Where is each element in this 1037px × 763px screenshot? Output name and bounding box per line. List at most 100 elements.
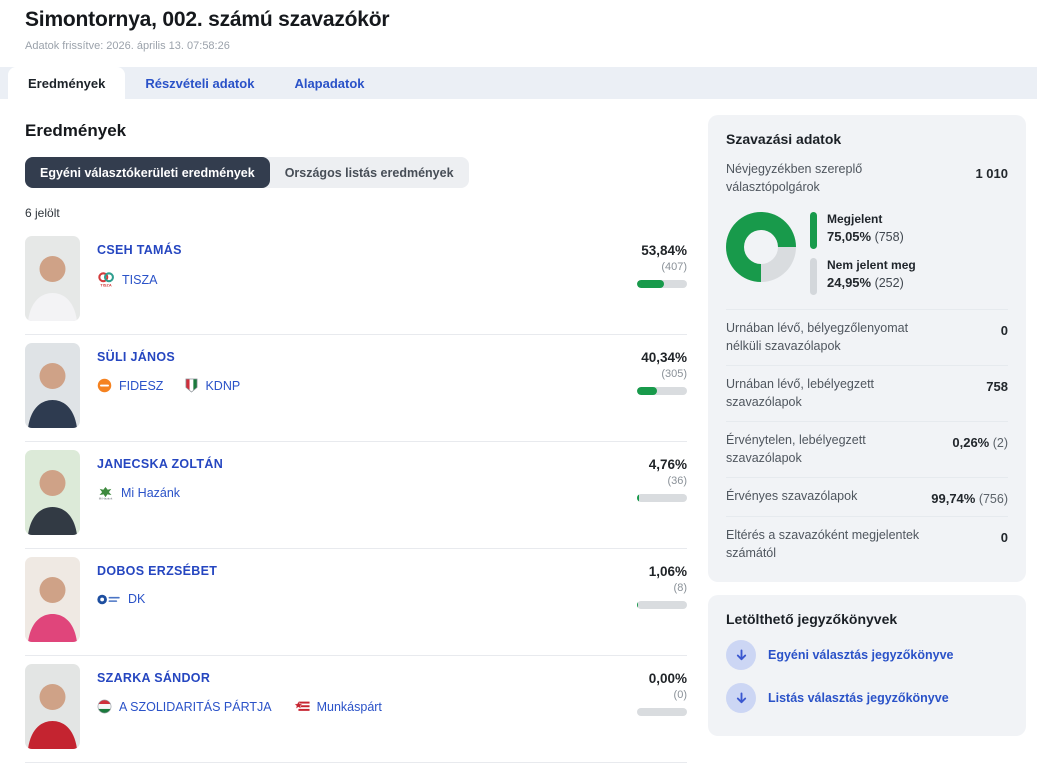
candidate-row: CSEH TAMÁS TISZA TISZA 53,84% (407)	[25, 228, 687, 335]
vote-count: (36)	[595, 475, 687, 487]
legend-item-absent: Nem jelent meg 24,95% (252)	[810, 258, 916, 295]
voting-data-card: Szavazási adatok Névjegyzékben szereplő …	[708, 115, 1026, 582]
person-silhouette-icon	[25, 465, 80, 535]
legend-absent-pct: 24,95%	[827, 275, 871, 290]
candidate-row: SZARKA SÁNDOR A SZOLIDARITÁS PÁ	[25, 656, 687, 763]
svg-text:TISZA: TISZA	[100, 283, 112, 288]
party-label: A SZOLIDARITÁS PÁRTJA	[119, 700, 272, 714]
download-link-egyeni[interactable]: Egyéni választás jegyzőkönyve	[726, 640, 1008, 670]
party-label: Mi Hazánk	[121, 486, 180, 500]
party-link-munkaspart[interactable]: Munkáspárt	[294, 700, 382, 714]
downloads-card: Letölthető jegyzőkönyvek Egyéni választá…	[708, 595, 1026, 736]
svg-text:Mi Hazánk: Mi Hazánk	[99, 496, 113, 500]
candidate-info: DOBOS ERZSÉBET DK	[97, 557, 217, 655]
tab-eredmenyek[interactable]: Eredmények	[8, 67, 125, 99]
stat-row: Érvényes szavazólapok 99,74% (756)	[726, 477, 1008, 516]
person-silhouette-icon	[25, 679, 80, 749]
download-link-listas[interactable]: Listás választás jegyzőkönyve	[726, 683, 1008, 713]
legend-marker-absent	[810, 258, 817, 295]
candidate-name-link[interactable]: JANECSKA ZOLTÁN	[97, 457, 223, 471]
candidate-name-link[interactable]: CSEH TAMÁS	[97, 243, 182, 257]
page-header: Simontornya, 002. számú szavazókör Adato…	[0, 0, 1037, 52]
vote-bar-fill	[637, 387, 657, 395]
turnout-legend: Megjelent 75,05% (758) Nem jelent meg 24…	[810, 212, 916, 295]
vote-bar-fill	[637, 601, 638, 609]
legend-present-count: (758)	[871, 230, 904, 244]
party-link-dk[interactable]: DK	[97, 592, 145, 606]
candidate-metrics: 40,34% (305)	[595, 343, 687, 441]
party-label: FIDESZ	[119, 379, 163, 393]
sidebar: Szavazási adatok Névjegyzékben szereplő …	[708, 115, 1026, 763]
tab-alapadatok[interactable]: Alapadatok	[274, 67, 384, 99]
roll-row: Névjegyzékben szereplő választópolgárok …	[726, 159, 1008, 204]
download-icon	[726, 683, 756, 713]
stat-row: Urnában lévő, lebélyegzett szavazólapok …	[726, 365, 1008, 421]
page-title: Simontornya, 002. számú szavazókör	[25, 8, 1012, 32]
party-list: A SZOLIDARITÁS PÁRTJA Munkáspárt	[97, 699, 382, 714]
candidate-photo	[25, 236, 80, 321]
party-label: Munkáspárt	[317, 700, 382, 714]
toggle-orszagos-listas[interactable]: Országos listás eredmények	[270, 157, 469, 188]
tab-bar: Eredmények Részvételi adatok Alapadatok	[0, 67, 1037, 99]
legend-item-present: Megjelent 75,05% (758)	[810, 212, 916, 249]
party-link-fidesz[interactable]: FIDESZ	[97, 378, 163, 393]
party-label: KDNP	[205, 379, 240, 393]
legend-present-pct: 75,05%	[827, 229, 871, 244]
stat-row: Eltérés a szavazóként megjelentek számát…	[726, 516, 1008, 572]
stat-row: Érvénytelen, lebélyegzett szavazólapok 0…	[726, 421, 1008, 477]
roll-value: 1 010	[975, 166, 1008, 196]
vote-percent: 4,76%	[595, 457, 687, 472]
down-arrow-icon	[735, 692, 748, 705]
candidate-metrics: 53,84% (407)	[595, 236, 687, 334]
legend-absent-label: Nem jelent meg	[827, 258, 916, 272]
results-toggle: Egyéni választókerületi eredmények Orszá…	[25, 157, 469, 188]
party-link-szolidaritas[interactable]: A SZOLIDARITÁS PÁRTJA	[97, 699, 272, 714]
party-list: FIDESZ KDNP	[97, 378, 240, 393]
content: Eredmények Egyéni választókerületi eredm…	[0, 99, 1037, 763]
party-link-kdnp[interactable]: KDNP	[185, 378, 240, 393]
party-link-tisza[interactable]: TISZA TISZA	[97, 271, 157, 288]
person-silhouette-icon	[25, 358, 80, 428]
candidate-name-link[interactable]: DOBOS ERZSÉBET	[97, 564, 217, 578]
vote-bar-fill	[637, 494, 639, 502]
dk-logo-icon	[97, 593, 121, 606]
tab-reszveteli-adatok[interactable]: Részvételi adatok	[125, 67, 274, 99]
vote-bar-fill	[637, 280, 664, 288]
results-heading: Eredmények	[25, 121, 687, 141]
candidate-photo	[25, 557, 80, 642]
vote-bar	[637, 494, 687, 502]
candidate-info: SZARKA SÁNDOR A SZOLIDARITÁS PÁ	[97, 664, 382, 762]
toggle-egyeni-eredmenyek[interactable]: Egyéni választókerületi eredmények	[25, 157, 270, 188]
kdnp-logo-icon	[185, 378, 198, 393]
party-list: TISZA TISZA	[97, 271, 182, 288]
mihazank-logo-icon: Mi Hazánk	[97, 485, 114, 501]
vote-bar	[637, 280, 687, 288]
candidate-photo	[25, 664, 80, 749]
vote-bar	[637, 708, 687, 716]
vote-count: (8)	[595, 582, 687, 594]
turnout-block: Megjelent 75,05% (758) Nem jelent meg 24…	[726, 204, 1008, 309]
candidate-info: SÜLI JÁNOS FIDESZ	[97, 343, 240, 441]
person-silhouette-icon	[25, 572, 80, 642]
party-link-mihazank[interactable]: Mi Hazánk Mi Hazánk	[97, 485, 180, 501]
vote-bar	[637, 601, 687, 609]
candidate-photo	[25, 343, 80, 428]
candidate-name-link[interactable]: SÜLI JÁNOS	[97, 350, 240, 364]
szolidaritas-logo-icon	[97, 699, 112, 714]
tisza-logo-icon: TISZA	[97, 271, 115, 288]
candidate-metrics: 0,00% (0)	[595, 664, 687, 762]
vote-percent: 1,06%	[595, 564, 687, 579]
candidate-name-link[interactable]: SZARKA SÁNDOR	[97, 671, 382, 685]
fidesz-logo-icon	[97, 378, 112, 393]
data-updated-timestamp: Adatok frissítve: 2026. április 13. 07:5…	[25, 40, 1012, 52]
vote-count: (407)	[595, 261, 687, 273]
downloads-title: Letölthető jegyzőkönyvek	[726, 611, 1008, 627]
legend-marker-present	[810, 212, 817, 249]
vote-bar	[637, 387, 687, 395]
candidate-metrics: 4,76% (36)	[595, 450, 687, 548]
party-list: DK	[97, 592, 217, 606]
legend-absent-count: (252)	[871, 276, 904, 290]
candidate-photo	[25, 450, 80, 535]
roll-label: Névjegyzékben szereplő választópolgárok	[726, 161, 926, 196]
vote-count: (305)	[595, 368, 687, 380]
